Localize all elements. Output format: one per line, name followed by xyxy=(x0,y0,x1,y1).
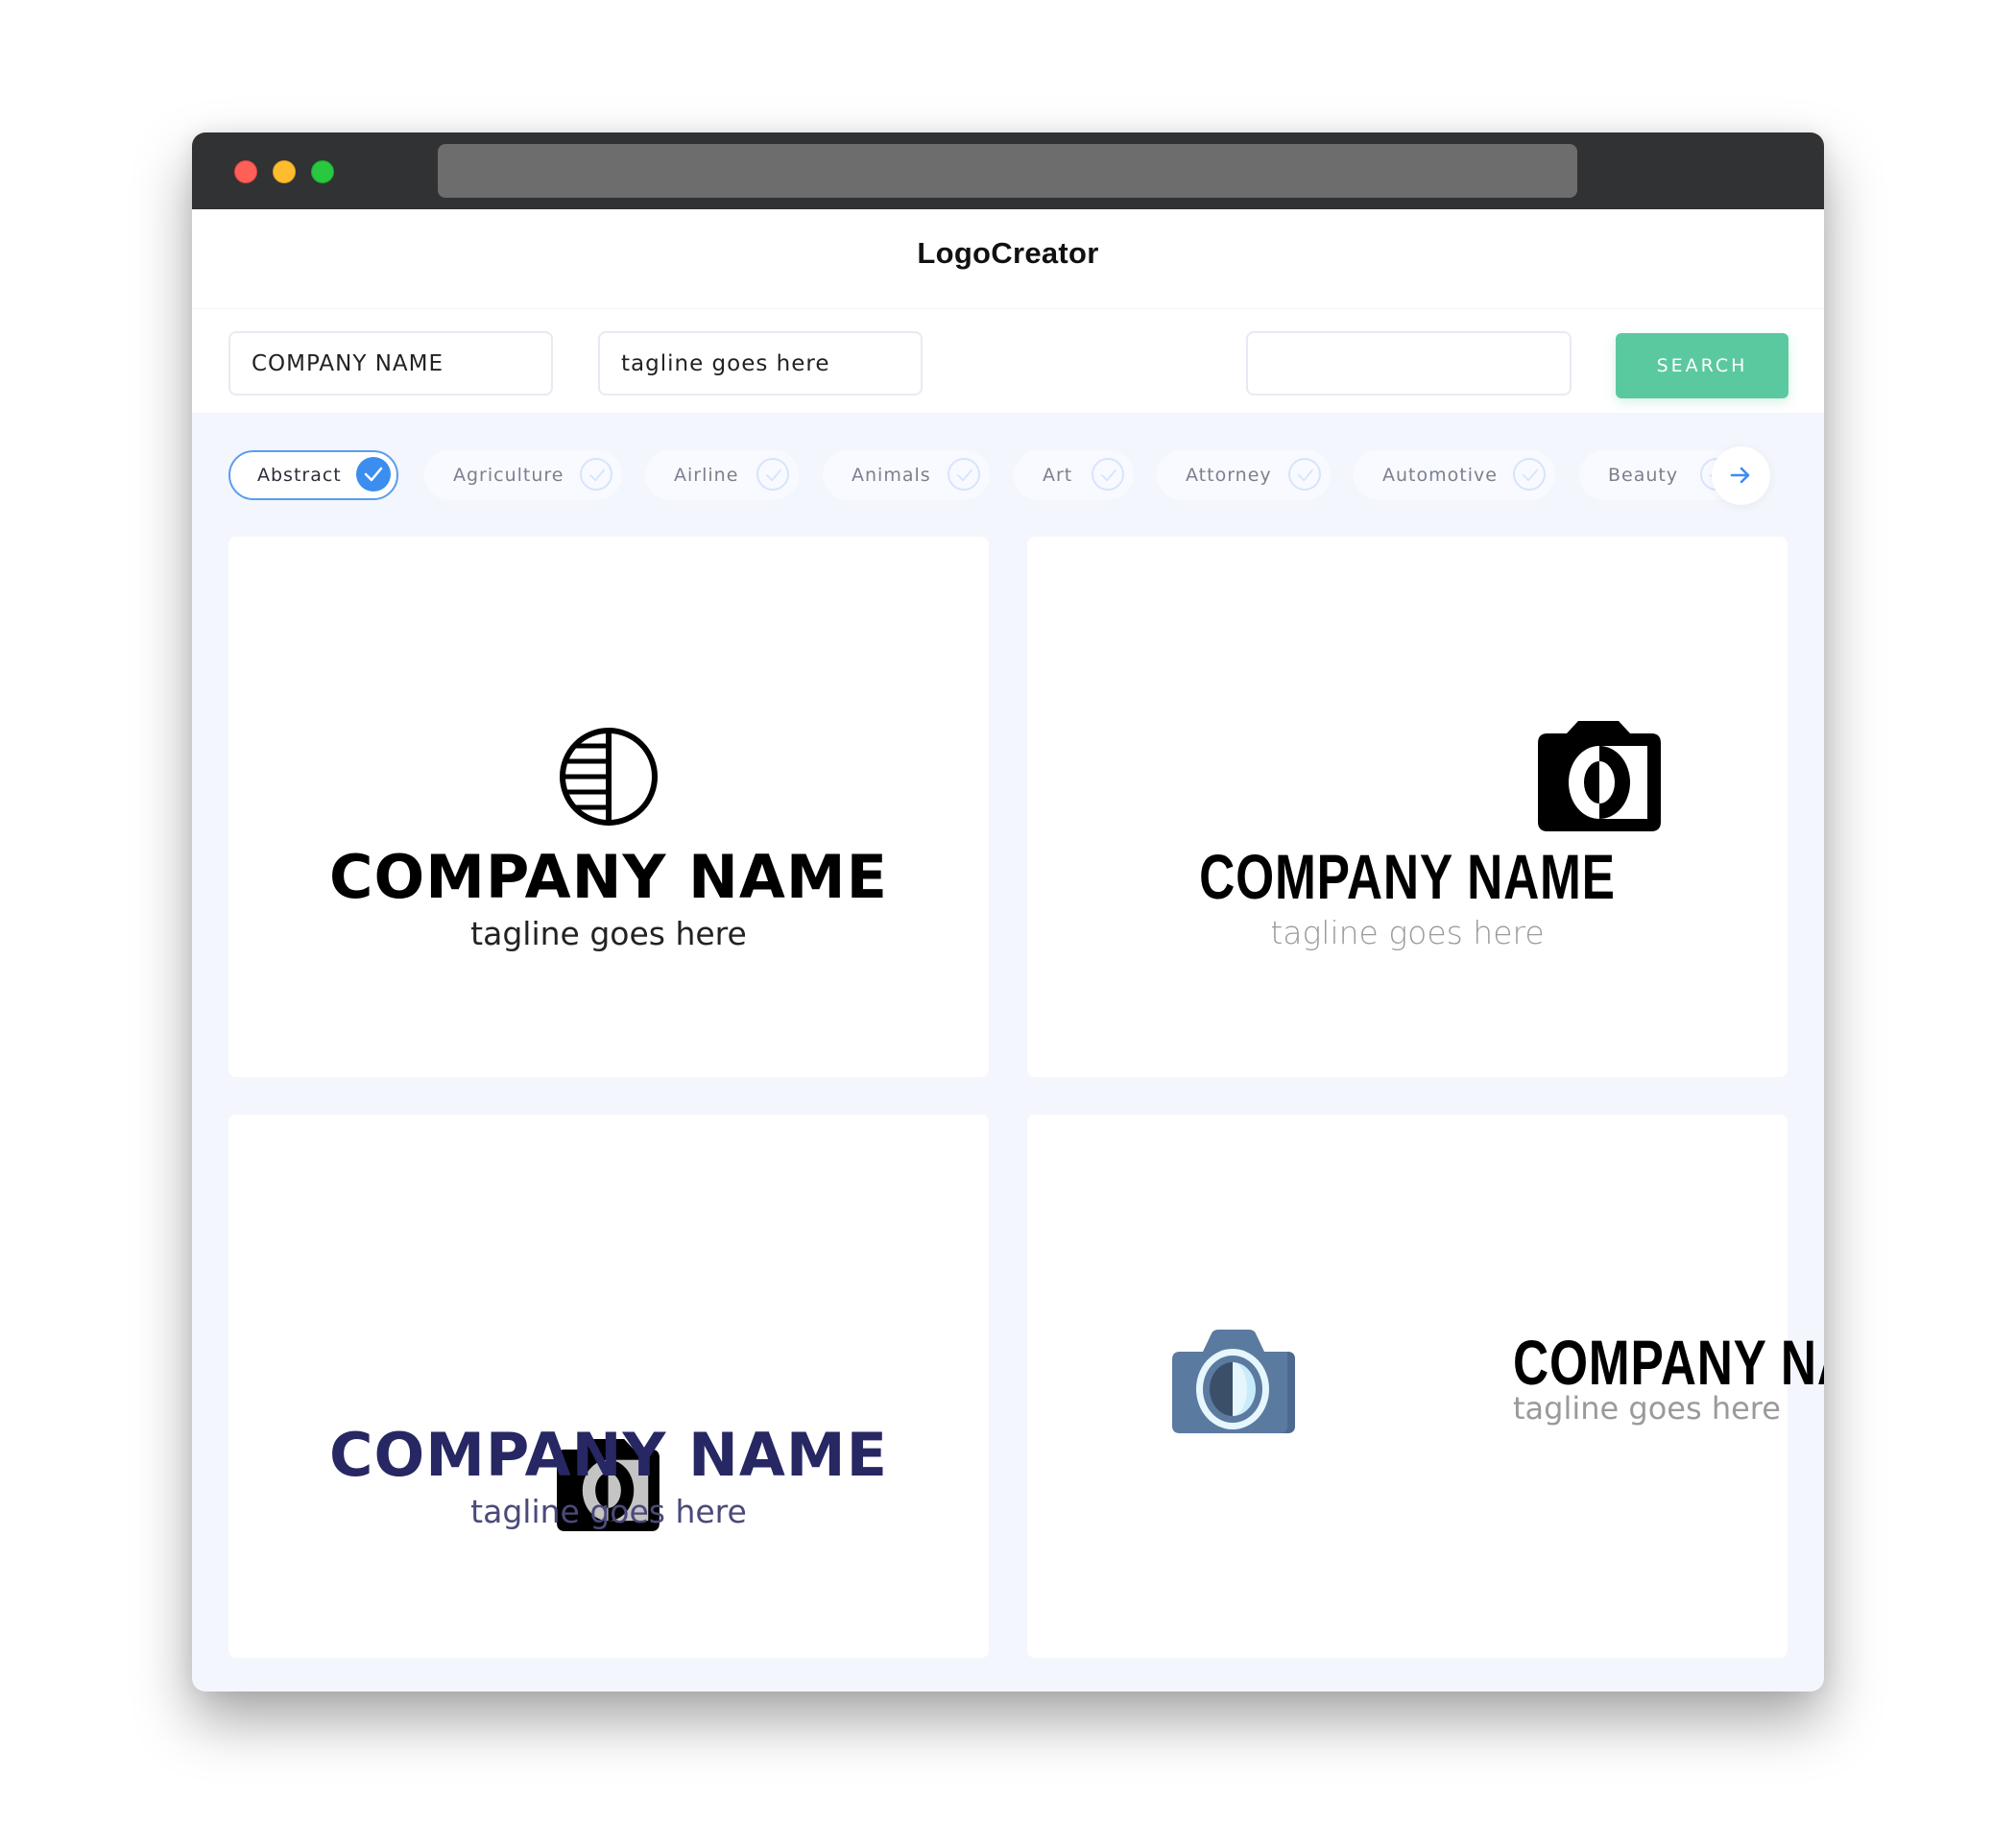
maximize-window-button[interactable] xyxy=(311,160,334,183)
tagline-input[interactable] xyxy=(598,331,923,396)
logo-tagline: tagline goes here xyxy=(470,1493,747,1530)
keyword-input[interactable] xyxy=(1246,331,1572,396)
browser-window: LogoCreator SEARCH Abstract Agriculture … xyxy=(192,132,1824,1692)
logo-tagline: tagline goes here xyxy=(470,915,747,952)
check-circle-icon xyxy=(756,458,789,491)
category-label: Attorney xyxy=(1186,465,1272,486)
check-circle-icon xyxy=(1288,458,1321,491)
logo-card[interactable]: COMPANY NAME tagline goes here xyxy=(1027,1115,1824,1658)
check-circle-icon xyxy=(948,458,980,491)
close-window-button[interactable] xyxy=(234,160,257,183)
category-chip-art[interactable]: Art xyxy=(1014,450,1134,500)
category-chip-attorney[interactable]: Attorney xyxy=(1157,450,1331,500)
logo-card[interactable]: COMPANY NAME tagline goes here xyxy=(228,1115,989,1658)
logo-tagline: tagline goes here xyxy=(1270,914,1545,951)
category-label: Airline xyxy=(674,465,739,486)
category-chip-animals[interactable]: Animals xyxy=(823,450,990,500)
check-circle-icon xyxy=(356,457,391,492)
category-chip-automotive[interactable]: Automotive xyxy=(1354,450,1555,500)
site-header: LogoCreator xyxy=(192,209,1824,308)
logo-search-form: SEARCH xyxy=(192,308,1824,413)
check-circle-icon xyxy=(580,458,612,491)
arrow-right-icon xyxy=(1730,467,1750,484)
search-button[interactable]: SEARCH xyxy=(1616,333,1788,398)
category-chip-abstract[interactable]: Abstract xyxy=(228,450,398,500)
category-label: Agriculture xyxy=(453,465,564,486)
category-label: Abstract xyxy=(257,465,342,486)
category-chip-agriculture[interactable]: Agriculture xyxy=(424,450,622,500)
next-categories-button[interactable] xyxy=(1712,446,1770,505)
camera-icon xyxy=(1538,721,1661,831)
category-chip-airline[interactable]: Airline xyxy=(645,450,799,500)
company-name-input[interactable] xyxy=(228,331,553,396)
address-bar[interactable] xyxy=(438,144,1577,198)
camera-icon xyxy=(1172,1330,1295,1433)
logo-company-name: COMPANY NAME xyxy=(329,1420,888,1490)
check-circle-icon xyxy=(1092,458,1124,491)
category-filter-bar: Abstract Agriculture Airline Animals Art… xyxy=(192,430,1824,526)
logo-tagline: tagline goes here xyxy=(1513,1390,1781,1427)
category-label: Art xyxy=(1043,465,1073,486)
logo-company-name: COMPANY NAME xyxy=(1513,1327,1824,1398)
category-label: Automotive xyxy=(1382,465,1498,486)
half-striped-circle-icon xyxy=(560,728,658,826)
minimize-window-button[interactable] xyxy=(273,160,296,183)
logo-company-name: COMPANY NAME xyxy=(329,842,888,912)
logo-company-name: COMPANY NAME xyxy=(1199,841,1616,912)
check-circle-icon xyxy=(1513,458,1546,491)
brand-logo[interactable]: LogoCreator xyxy=(192,236,1824,271)
category-label: Animals xyxy=(852,465,931,486)
logo-card[interactable]: COMPANY NAME tagline goes here xyxy=(1027,537,1788,1077)
logo-card[interactable]: COMPANY NAME tagline goes here xyxy=(228,537,989,1077)
title-bar xyxy=(192,132,1824,209)
category-label: Beauty xyxy=(1608,465,1679,486)
